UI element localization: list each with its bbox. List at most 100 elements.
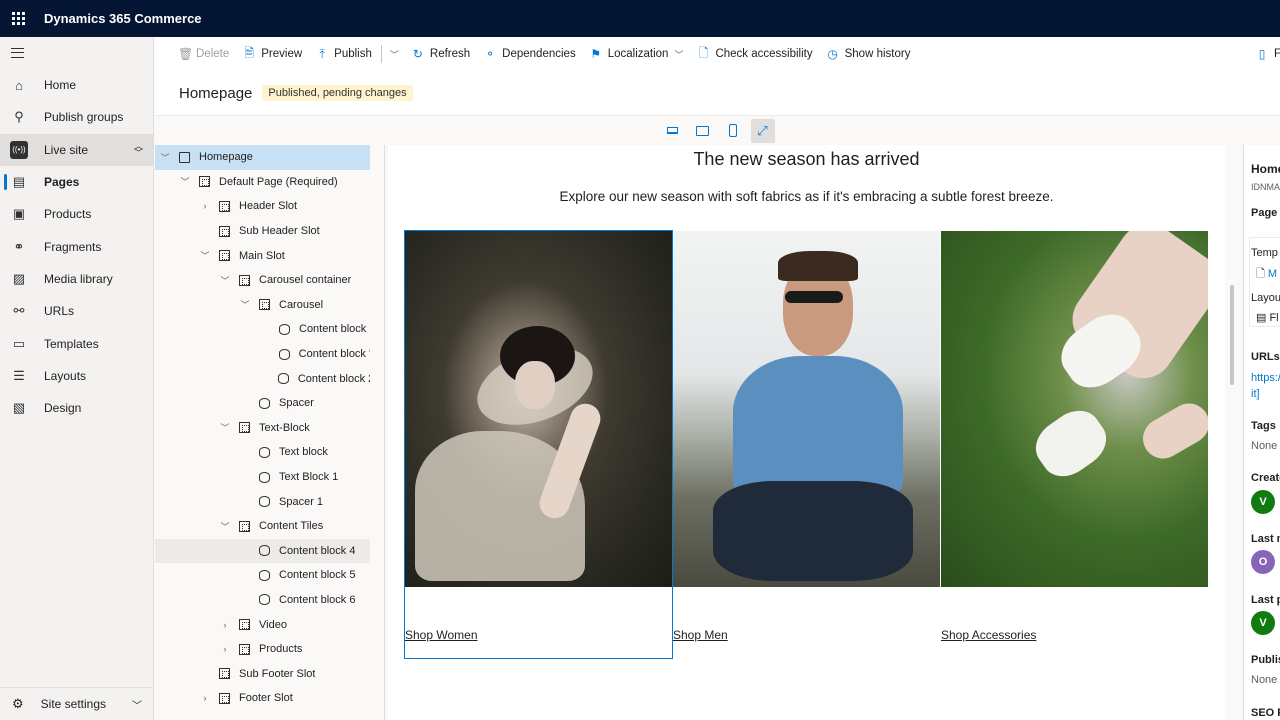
site-settings-button[interactable]: ⚙ Site settings ﹀ (0, 687, 154, 720)
dependencies-button[interactable]: ⚬ Dependencies (477, 37, 583, 71)
nav-item-label: Layouts (44, 368, 87, 383)
scroll-thumb[interactable] (1230, 285, 1234, 385)
tree-node[interactable]: Content block (155, 317, 370, 342)
url-link-line1[interactable]: https:/ (1251, 372, 1280, 384)
tree-node[interactable]: › Footer Slot (155, 686, 370, 711)
chevron-right-icon[interactable]: › (219, 620, 231, 630)
module-icon (259, 594, 270, 606)
layout-icon: ▤ (1256, 312, 1270, 324)
chevron-right-icon[interactable]: › (199, 201, 211, 211)
tree-node-label: Content block 4 (279, 544, 356, 557)
chevron-down-icon: ﹀ (132, 700, 142, 712)
tree-node[interactable]: ﹀ Carousel (155, 293, 370, 318)
desktop-view-button[interactable] (661, 119, 685, 143)
chevron-down-icon[interactable]: ﹀ (159, 151, 171, 164)
chevron-down-icon[interactable]: ﹀ (199, 249, 211, 262)
layout-value-wrap[interactable]: ▤ Fl (1256, 311, 1279, 324)
nav-item-publish-groups[interactable]: ⚲ Publish groups (0, 101, 153, 133)
tree-node[interactable]: Spacer 1 (155, 489, 370, 514)
publish-options-dropdown[interactable]: ﹀ (384, 37, 405, 71)
refresh-button[interactable]: ↻ Refresh (405, 37, 477, 71)
design-icon: ▧ (12, 400, 26, 416)
template-link[interactable]: 🗋 M (1256, 265, 1277, 284)
shop-women-link[interactable]: Shop Women (405, 628, 478, 642)
check-accessibility-button[interactable]: 🗋 Check accessibility (690, 37, 819, 71)
chevron-down-icon[interactable]: ﹀ (179, 175, 191, 188)
tree-node[interactable]: Spacer (155, 391, 370, 416)
app-launcher-button[interactable] (0, 0, 36, 37)
dependencies-icon: ⚬ (485, 47, 496, 61)
mobile-view-button[interactable] (721, 119, 745, 143)
tree-node-label: Main Slot (239, 249, 285, 262)
tablet-view-button[interactable] (691, 119, 715, 143)
publish-button[interactable]: ⤒ Publish (309, 37, 379, 71)
nav-item-media-library[interactable]: ▨ Media library (0, 263, 153, 295)
chevron-down-icon[interactable]: ﹀ (239, 298, 251, 311)
nav-item-home[interactable]: ⌂ Home (0, 69, 153, 101)
show-history-button[interactable]: ◷ Show history (820, 37, 918, 71)
chevron-right-icon[interactable]: › (199, 693, 211, 703)
tree-node[interactable]: ﹀ Default Page (Required) (155, 170, 370, 195)
content-tile-women[interactable]: Shop Women (404, 230, 673, 659)
nav-item-templates[interactable]: ▭ Templates (0, 327, 153, 359)
avatar[interactable]: V (1251, 490, 1275, 514)
collapse-nav-button[interactable] (0, 37, 153, 69)
tree-node[interactable]: Content block 6 (155, 588, 370, 613)
content-tile-men[interactable]: Shop Men (673, 231, 940, 658)
favorite-button[interactable]: ▯ Fa (1249, 37, 1280, 71)
layout-value: Fl (1269, 312, 1279, 324)
tree-node[interactable]: ﹀ Carousel container (155, 268, 370, 293)
nav-item-design[interactable]: ▧ Design (0, 392, 153, 424)
chevron-right-icon[interactable]: › (219, 644, 231, 654)
nav-item-live-site[interactable]: ((•)) Live site ︿ ﹀ (0, 133, 153, 166)
nav-item-label: Live site (44, 142, 89, 157)
shop-accessories-link[interactable]: Shop Accessories (941, 628, 1036, 642)
avatar[interactable]: V (1251, 611, 1275, 635)
canvas-scrollbar[interactable] (1228, 145, 1237, 720)
preview-button[interactable]: 🗎 Preview (236, 37, 309, 71)
chevron-up-down-icon[interactable]: ︿ ﹀ (134, 141, 143, 157)
hero-headline[interactable]: The new season has arrived (388, 149, 1225, 170)
content-tile-accessories[interactable]: Shop Accessories (941, 231, 1208, 658)
nav-item-fragments[interactable]: ⚭ Fragments (0, 230, 153, 262)
chevron-down-icon[interactable]: ﹀ (219, 520, 231, 533)
delete-button[interactable]: 🗑 Delete (171, 37, 236, 71)
tree-node[interactable]: Content block 2 (155, 366, 370, 391)
app-title[interactable]: Dynamics 365 Commerce (44, 11, 202, 26)
nav-item-layouts[interactable]: ☰ Layouts (0, 360, 153, 392)
created-heading: Create (1251, 472, 1280, 484)
tree-node-label: Text Block 1 (279, 471, 339, 484)
tree-node[interactable]: › Video (155, 612, 370, 637)
favorite-icon: ▯ (1258, 47, 1266, 61)
shop-men-link[interactable]: Shop Men (673, 628, 728, 642)
localization-button[interactable]: ⚑ Localization ﹀ (583, 37, 691, 71)
tree-node[interactable]: Content block 5 (155, 563, 370, 588)
url-link-line2[interactable]: it] (1251, 388, 1260, 400)
tree-node[interactable]: ﹀ Main Slot (155, 243, 370, 268)
hero-subheadline[interactable]: Explore our new season with soft fabrics… (388, 189, 1225, 204)
avatar[interactable]: O (1251, 550, 1275, 574)
nav-item-products[interactable]: ▣ Products (0, 198, 153, 230)
full-width-view-button[interactable]: ⤢ (750, 118, 775, 143)
tree-node[interactable]: Content block ' (155, 342, 370, 367)
slot-icon (199, 176, 210, 188)
tree-node[interactable]: ﹀ Homepage (155, 145, 370, 170)
tree-node[interactable]: Sub Footer Slot (155, 661, 370, 686)
tree-node[interactable]: Sub Header Slot (155, 219, 370, 244)
tree-node[interactable]: ﹀ Content Tiles (155, 514, 370, 539)
chevron-down-icon[interactable]: ﹀ (219, 274, 231, 287)
nav-item-pages[interactable]: ▤ Pages (0, 166, 153, 198)
tree-node[interactable]: Content block 4 (155, 538, 370, 564)
slot-icon (219, 225, 230, 237)
tree-node[interactable]: ﹀ Text-Block (155, 416, 370, 441)
tree-node[interactable]: Text Block 1 (155, 465, 370, 490)
nav-item-label: Pages (44, 175, 80, 190)
tree-node-label: Default Page (Required) (219, 175, 338, 188)
tree-node[interactable]: › Header Slot (155, 194, 370, 219)
nav-item-urls[interactable]: ⚯ URLs (0, 295, 153, 327)
tree-node[interactable]: › Products (155, 637, 370, 662)
tree-node[interactable]: Text block (155, 440, 370, 465)
tree-node-label: Content block ' (298, 348, 370, 361)
chevron-down-icon[interactable]: ﹀ (219, 421, 231, 434)
module-icon (259, 545, 270, 557)
